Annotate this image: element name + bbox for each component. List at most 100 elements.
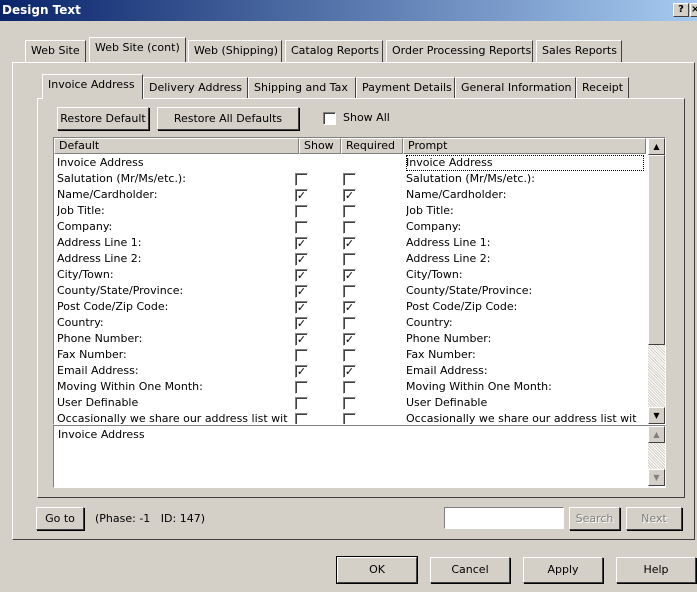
detail-textarea[interactable]: Invoice Address ▲ ▼ xyxy=(53,425,666,488)
show-checkbox[interactable]: ✓ xyxy=(295,333,308,346)
show-checkbox[interactable] xyxy=(295,221,308,234)
prompt-cell[interactable]: County/State/Province: xyxy=(406,283,644,299)
search-button[interactable]: Search xyxy=(569,507,620,530)
table-row[interactable]: Job Title: Job Title: xyxy=(54,203,644,219)
show-checkbox[interactable]: ✓ xyxy=(295,365,308,378)
table-row[interactable]: Country: ✓ Country: xyxy=(54,315,644,331)
column-header-default[interactable]: Default xyxy=(54,138,299,154)
scroll-thumb[interactable] xyxy=(648,155,665,345)
required-checkbox[interactable] xyxy=(343,413,356,424)
show-checkbox[interactable]: ✓ xyxy=(295,253,308,266)
restore-all-defaults-button[interactable]: Restore All Defaults xyxy=(157,107,299,130)
detail-scroll-down-button[interactable]: ▼ xyxy=(648,469,665,486)
table-row[interactable]: User Definable User Definable xyxy=(54,395,644,411)
prompt-cell[interactable]: Fax Number: xyxy=(406,347,644,363)
required-checkbox[interactable]: ✓ xyxy=(343,269,356,282)
table-row[interactable]: Invoice Address Invoice Address xyxy=(54,155,644,171)
table-row[interactable]: Address Line 2: ✓ Address Line 2: xyxy=(54,251,644,267)
prompt-cell[interactable]: Post Code/Zip Code: xyxy=(406,299,644,315)
search-input[interactable] xyxy=(444,507,564,529)
show-checkbox[interactable] xyxy=(295,349,308,362)
prompt-cell[interactable]: Address Line 1: xyxy=(406,235,644,251)
scroll-up-button[interactable]: ▲ xyxy=(648,138,665,155)
top-tab-1[interactable]: Web Site (cont) xyxy=(89,37,186,62)
prompt-cell[interactable]: Address Line 2: xyxy=(406,251,644,267)
prompt-cell[interactable]: Email Address: xyxy=(406,363,644,379)
prompt-cell[interactable]: Occasionally we share our address list w… xyxy=(406,411,644,424)
required-checkbox[interactable] xyxy=(343,285,356,298)
table-row[interactable]: Moving Within One Month: Moving Within On… xyxy=(54,379,644,395)
goto-button[interactable]: Go to xyxy=(36,507,84,530)
show-checkbox[interactable] xyxy=(295,413,308,424)
sub-tab-5[interactable]: Receipt xyxy=(576,77,629,99)
table-row[interactable]: Phone Number: ✓ ✓ Phone Number: xyxy=(54,331,644,347)
top-tab-4[interactable]: Order Processing Reports xyxy=(386,40,533,62)
sub-tab-0[interactable]: Invoice Address xyxy=(42,74,143,99)
sub-tab-2[interactable]: Shipping and Tax xyxy=(248,77,356,99)
prompt-cell[interactable]: Name/Cardholder: xyxy=(406,187,644,203)
show-checkbox[interactable]: ✓ xyxy=(295,317,308,330)
prompt-cell[interactable]: City/Town: xyxy=(406,267,644,283)
detail-scroll-up-button[interactable]: ▲ xyxy=(648,426,665,443)
apply-button[interactable]: Apply xyxy=(523,557,603,583)
required-checkbox[interactable] xyxy=(343,317,356,330)
table-row[interactable]: Address Line 1: ✓ ✓ Address Line 1: xyxy=(54,235,644,251)
prompt-cell[interactable]: Company: xyxy=(406,219,644,235)
scroll-down-button[interactable]: ▼ xyxy=(648,407,665,424)
table-row[interactable]: Salutation (Mr/Ms/etc.): Salutation (Mr/M… xyxy=(54,171,644,187)
sub-tab-3[interactable]: Payment Details xyxy=(356,77,455,99)
required-checkbox[interactable]: ✓ xyxy=(343,189,356,202)
table-row[interactable]: Occasionally we share our address list w… xyxy=(54,411,644,424)
required-checkbox[interactable] xyxy=(343,381,356,394)
top-tab-5[interactable]: Sales Reports xyxy=(536,40,622,62)
show-checkbox[interactable]: ✓ xyxy=(295,301,308,314)
table-row[interactable]: Email Address: ✓ ✓ Email Address: xyxy=(54,363,644,379)
required-checkbox[interactable] xyxy=(343,221,356,234)
column-header-prompt[interactable]: Prompt xyxy=(403,138,646,154)
top-tab-0[interactable]: Web Site xyxy=(25,40,86,62)
required-checkbox[interactable]: ✓ xyxy=(343,365,356,378)
required-checkbox[interactable] xyxy=(343,397,356,410)
prompt-cell[interactable]: Country: xyxy=(406,315,644,331)
detail-scroll-track[interactable] xyxy=(648,443,665,469)
required-checkbox[interactable] xyxy=(343,173,356,186)
prompt-cell[interactable]: Phone Number: xyxy=(406,331,644,347)
show-checkbox[interactable] xyxy=(295,173,308,186)
column-header-required[interactable]: Required xyxy=(341,138,403,154)
top-tab-2[interactable]: Web (Shipping) xyxy=(188,40,282,62)
prompt-cell[interactable]: Invoice Address xyxy=(406,155,644,171)
ok-button[interactable]: OK xyxy=(337,557,417,583)
show-checkbox[interactable] xyxy=(295,397,308,410)
required-checkbox[interactable] xyxy=(343,205,356,218)
prompt-cell[interactable]: Salutation (Mr/Ms/etc.): xyxy=(406,171,644,187)
show-checkbox[interactable]: ✓ xyxy=(295,237,308,250)
table-row[interactable]: County/State/Province: ✓ County/State/Prov… xyxy=(54,283,644,299)
show-all-checkbox[interactable] xyxy=(323,112,336,125)
show-checkbox[interactable]: ✓ xyxy=(295,269,308,282)
show-checkbox[interactable] xyxy=(295,205,308,218)
required-checkbox[interactable]: ✓ xyxy=(343,301,356,314)
required-checkbox[interactable]: ✓ xyxy=(343,237,356,250)
prompt-cell[interactable]: Moving Within One Month: xyxy=(406,379,644,395)
show-checkbox[interactable]: ✓ xyxy=(295,189,308,202)
column-header-show[interactable]: Show xyxy=(299,138,341,154)
required-checkbox[interactable] xyxy=(343,349,356,362)
table-row[interactable]: Name/Cardholder: ✓ ✓ Name/Cardholder: xyxy=(54,187,644,203)
sub-tab-4[interactable]: General Information xyxy=(455,77,576,99)
help-button[interactable]: Help xyxy=(616,557,696,583)
prompt-cell[interactable]: User Definable xyxy=(406,395,644,411)
restore-default-button[interactable]: Restore Default xyxy=(57,107,149,130)
top-tab-3[interactable]: Catalog Reports xyxy=(285,40,383,62)
table-row[interactable]: Company: Company: xyxy=(54,219,644,235)
table-row[interactable]: Post Code/Zip Code: ✓ ✓ Post Code/Zip Code: xyxy=(54,299,644,315)
cancel-button[interactable]: Cancel xyxy=(430,557,510,583)
required-checkbox[interactable] xyxy=(343,253,356,266)
prompt-cell[interactable]: Job Title: xyxy=(406,203,644,219)
show-checkbox[interactable] xyxy=(295,381,308,394)
show-checkbox[interactable]: ✓ xyxy=(295,285,308,298)
table-row[interactable]: Fax Number: Fax Number: xyxy=(54,347,644,363)
sub-tab-1[interactable]: Delivery Address xyxy=(143,77,248,99)
close-icon[interactable]: × xyxy=(690,3,697,17)
table-row[interactable]: City/Town: ✓ ✓ City/Town: xyxy=(54,267,644,283)
required-checkbox[interactable]: ✓ xyxy=(343,333,356,346)
